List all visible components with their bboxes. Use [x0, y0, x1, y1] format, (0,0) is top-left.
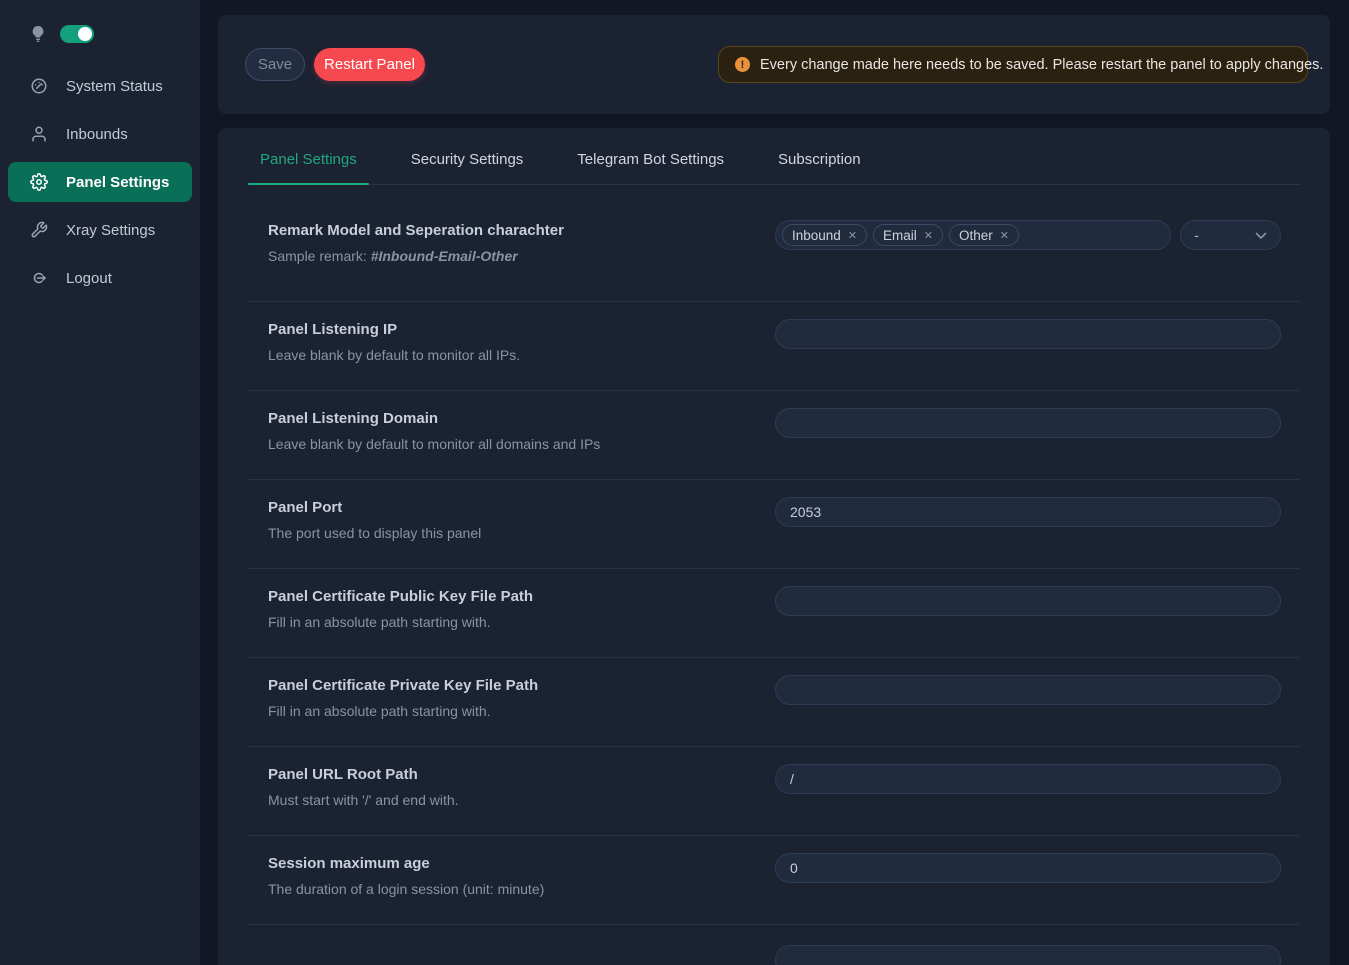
cert-private-key-path-input[interactable] — [775, 675, 1281, 705]
warning-icon: ! — [735, 57, 750, 72]
panel-port-input[interactable] — [775, 497, 1281, 527]
field-label: Panel URL Root Path — [268, 766, 775, 783]
dashboard-icon — [30, 77, 48, 95]
field-label: Panel Listening Domain — [268, 410, 775, 427]
field-description: Leave blank by default to monitor all do… — [268, 436, 775, 452]
field-label-block: Panel URL Root Path Must start with '/' … — [268, 764, 775, 808]
form-row-panel-port: Panel Port The port used to display this… — [248, 480, 1300, 569]
sidebar-item-inbounds[interactable]: Inbounds — [8, 114, 192, 154]
tab-subscription[interactable]: Subscription — [766, 151, 873, 184]
field-label-block: Panel Listening Domain Leave blank by de… — [268, 408, 775, 452]
lightbulb-icon — [30, 24, 46, 44]
gear-icon — [30, 173, 48, 191]
sidebar-item-label: Logout — [66, 270, 112, 287]
form-row-cert-public-key-path: Panel Certificate Public Key File Path F… — [248, 569, 1300, 658]
settings-tabs: Panel Settings Security Settings Telegra… — [248, 128, 1300, 185]
field-label-block: Panel Port The port used to display this… — [268, 497, 775, 541]
sidebar-item-label: Xray Settings — [66, 222, 155, 239]
form-row-partial — [248, 925, 1300, 965]
sidebar: System Status Inbounds Panel Settings — [0, 0, 200, 965]
tab-security-settings[interactable]: Security Settings — [399, 151, 536, 184]
form-row-remark-model: Remark Model and Seperation charachter S… — [248, 185, 1300, 302]
sidebar-menu: System Status Inbounds Panel Settings — [0, 66, 200, 298]
panel-listening-domain-input[interactable] — [775, 408, 1281, 438]
field-label-block: Remark Model and Seperation charachter S… — [268, 220, 775, 264]
field-description: Fill in an absolute path starting with. — [268, 614, 775, 630]
remove-tag-icon[interactable]: ✕ — [924, 229, 933, 242]
tab-panel-settings[interactable]: Panel Settings — [248, 151, 369, 184]
separator-select[interactable]: - — [1180, 220, 1281, 250]
remark-tags-input[interactable]: Inbound ✕ Email ✕ Other ✕ — [775, 220, 1171, 250]
session-max-age-input[interactable] — [775, 853, 1281, 883]
settings-card: Panel Settings Security Settings Telegra… — [218, 128, 1330, 965]
panel-listening-ip-input[interactable] — [775, 319, 1281, 349]
warning-alert-text: Every change made here needs to be saved… — [760, 57, 1323, 73]
form-row-session-max-age: Session maximum age The duration of a lo… — [248, 836, 1300, 925]
tag-other: Other ✕ — [949, 224, 1019, 246]
field-label-block: Panel Certificate Private Key File Path … — [268, 675, 775, 719]
field-description: Fill in an absolute path starting with. — [268, 703, 775, 719]
panel-url-root-path-input[interactable] — [775, 764, 1281, 794]
field-label-block: Panel Listening IP Leave blank by defaul… — [268, 319, 775, 363]
tag-inbound: Inbound ✕ — [782, 224, 867, 246]
toolbar-card: Save Restart Panel ! Every change made h… — [218, 15, 1330, 114]
toggle-knob — [78, 27, 92, 41]
field-description: Must start with '/' and end with. — [268, 792, 775, 808]
remark-controls: Inbound ✕ Email ✕ Other ✕ - — [775, 220, 1281, 250]
field-label-block: Panel Certificate Public Key File Path F… — [268, 586, 775, 630]
separator-select-value: - — [1194, 227, 1199, 243]
user-icon — [30, 125, 48, 143]
sidebar-item-panel-settings[interactable]: Panel Settings — [8, 162, 192, 202]
form-row-panel-url-root-path: Panel URL Root Path Must start with '/' … — [248, 747, 1300, 836]
sidebar-item-label: Panel Settings — [66, 174, 169, 191]
cert-public-key-path-input[interactable] — [775, 586, 1281, 616]
field-label: Panel Port — [268, 499, 775, 516]
sidebar-item-label: Inbounds — [66, 126, 128, 143]
sidebar-item-xray-settings[interactable]: Xray Settings — [8, 210, 192, 250]
field-label: Session maximum age — [268, 855, 775, 872]
sidebar-item-system-status[interactable]: System Status — [8, 66, 192, 106]
form-row-cert-private-key-path: Panel Certificate Private Key File Path … — [248, 658, 1300, 747]
field-label: Remark Model and Seperation charachter — [268, 222, 775, 239]
sample-remark: #Inbound-Email-Other — [371, 248, 518, 264]
field-description: Sample remark: #Inbound-Email-Other — [268, 248, 775, 264]
remove-tag-icon[interactable]: ✕ — [848, 229, 857, 242]
field-label: Panel Certificate Public Key File Path — [268, 588, 775, 605]
warning-alert: ! Every change made here needs to be sav… — [718, 46, 1308, 83]
remove-tag-icon[interactable]: ✕ — [1000, 229, 1009, 242]
restart-panel-button[interactable]: Restart Panel — [314, 48, 425, 81]
logout-icon — [30, 269, 48, 287]
sidebar-item-logout[interactable]: Logout — [8, 258, 192, 298]
chevron-down-icon — [1255, 227, 1267, 243]
sidebar-item-label: System Status — [66, 78, 163, 95]
sidebar-theme-controls — [0, 18, 200, 50]
field-description: The port used to display this panel — [268, 525, 775, 541]
field-label: Panel Certificate Private Key File Path — [268, 677, 775, 694]
form-row-panel-listening-ip: Panel Listening IP Leave blank by defaul… — [248, 302, 1300, 391]
save-button[interactable]: Save — [245, 48, 305, 81]
form-row-panel-listening-domain: Panel Listening Domain Leave blank by de… — [248, 391, 1300, 480]
field-description: Leave blank by default to monitor all IP… — [268, 347, 775, 363]
tab-telegram-bot-settings[interactable]: Telegram Bot Settings — [565, 151, 736, 184]
field-description: The duration of a login session (unit: m… — [268, 881, 775, 897]
field-label: Panel Listening IP — [268, 321, 775, 338]
tag-email: Email ✕ — [873, 224, 943, 246]
field-label-block: Session maximum age The duration of a lo… — [268, 853, 775, 897]
dark-mode-toggle[interactable] — [60, 25, 94, 43]
wrench-icon — [30, 221, 48, 239]
partial-row-input[interactable] — [775, 945, 1281, 965]
